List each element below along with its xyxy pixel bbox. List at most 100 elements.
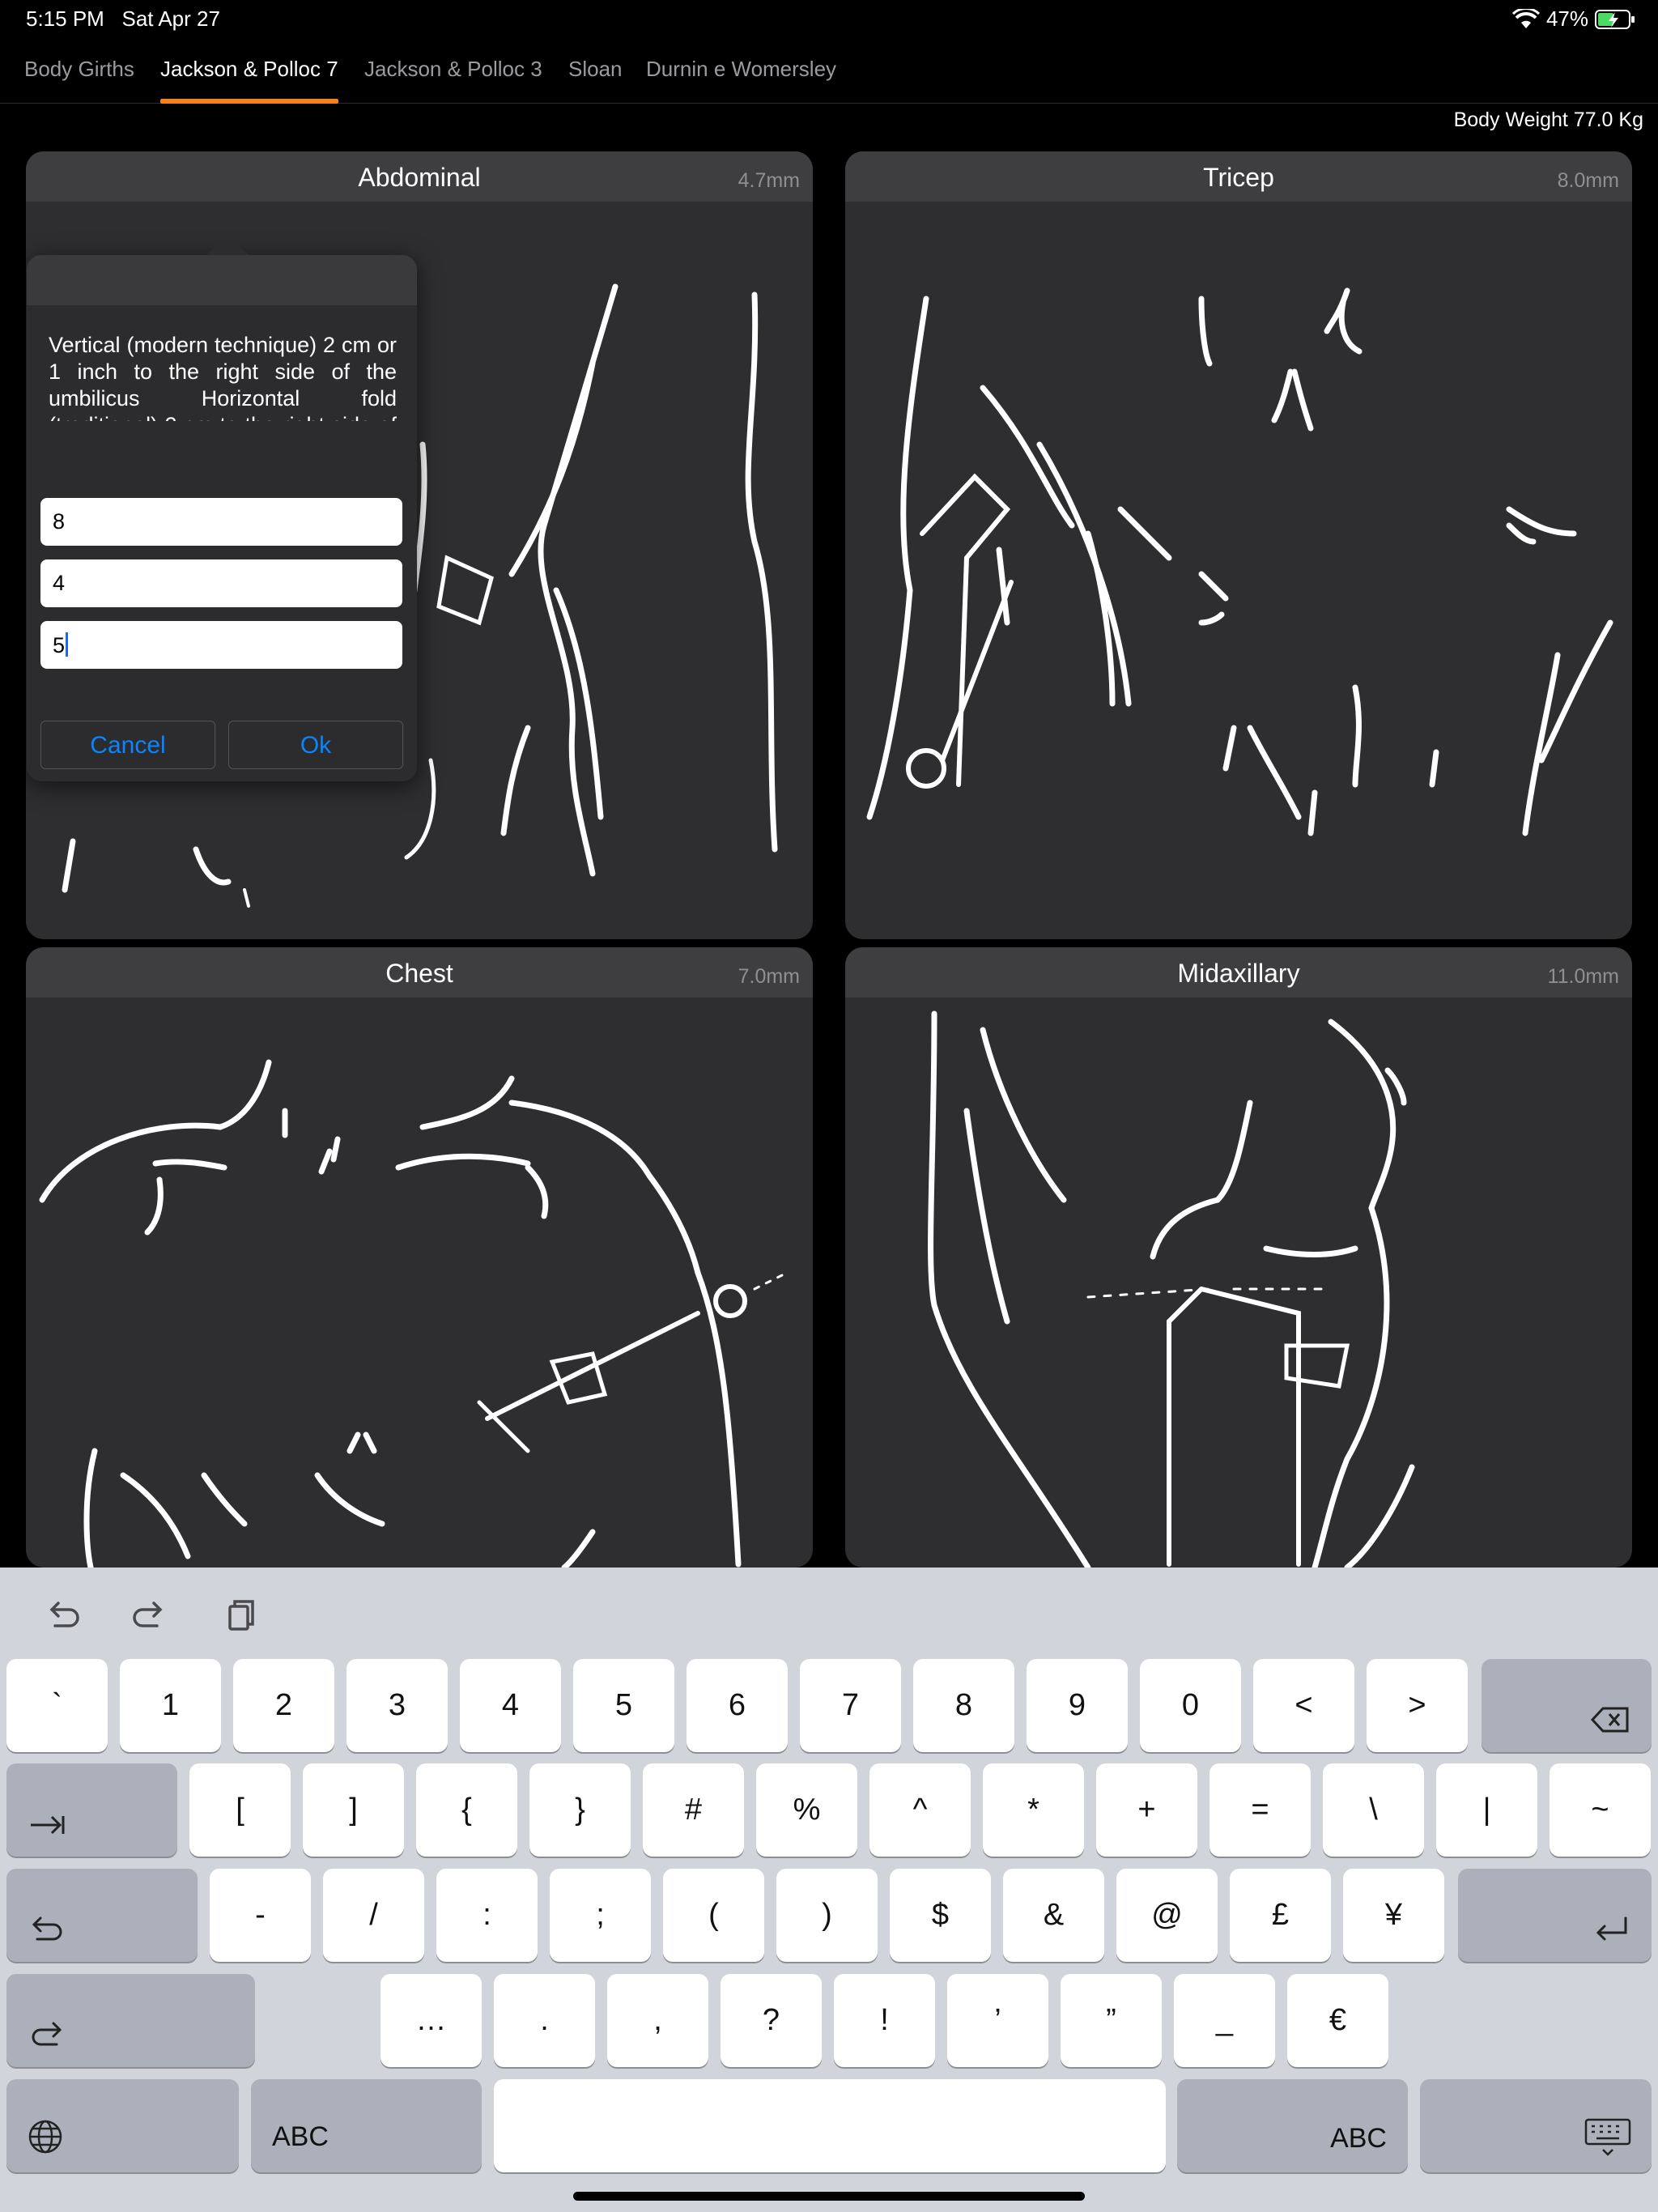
key[interactable]: \ [1323, 1763, 1424, 1857]
key[interactable]: 2 [233, 1659, 334, 1752]
key[interactable]: { [416, 1763, 517, 1857]
key[interactable]: ! [834, 1974, 935, 2067]
ok-button[interactable]: Ok [228, 721, 403, 769]
key[interactable]: = [1209, 1763, 1311, 1857]
key[interactable]: _ [1174, 1974, 1275, 2067]
tab-sloan[interactable]: Sloan [568, 57, 623, 82]
key[interactable]: $ [890, 1869, 991, 1962]
globe-icon [28, 2120, 62, 2154]
card-title: Midaxillary [1177, 959, 1300, 988]
card-measurement: 4.7mm [738, 169, 800, 192]
card-measurement: 11.0mm [1547, 965, 1619, 988]
key[interactable]: ~ [1550, 1763, 1651, 1857]
undo-key[interactable] [6, 1869, 198, 1962]
globe-key[interactable] [6, 2079, 239, 2172]
key[interactable]: } [529, 1763, 631, 1857]
body-weight-label: Body Weight 77.0 Kg [1453, 108, 1643, 131]
key[interactable]: < [1253, 1659, 1354, 1752]
key[interactable]: ’ [947, 1974, 1048, 2067]
popover-header [27, 255, 417, 305]
onscreen-keyboard: ` 1 2 3 4 5 6 7 8 9 0 < > []{} #% ^ * + = \ | ~ - /:;() $ & @ £ ¥ … [0, 1568, 1658, 2212]
paste-icon[interactable] [219, 1595, 259, 1636]
home-indicator[interactable] [573, 2192, 1085, 2201]
backspace-key[interactable] [1482, 1659, 1652, 1752]
key[interactable]: 3 [346, 1659, 448, 1752]
key[interactable]: . [494, 1974, 595, 2067]
wifi-icon [1511, 8, 1540, 28]
undo-icon [32, 1916, 62, 1941]
tab-durnin-womersley[interactable]: Durnin e Womersley [646, 57, 836, 82]
measurement-field-3[interactable]: 5 [40, 621, 402, 669]
key[interactable]: … [380, 1974, 482, 2067]
tab-body-girths[interactable]: Body Girths [24, 57, 134, 82]
battery-charging-icon [1595, 9, 1635, 29]
chest-illustration [39, 1059, 789, 1568]
key[interactable]: 0 [1140, 1659, 1241, 1752]
card-header: Midaxillary 11.0mm [845, 947, 1632, 998]
key[interactable]: , [607, 1974, 708, 2067]
card-tricep[interactable]: Tricep 8.0mm [845, 151, 1632, 939]
key[interactable]: 5 [573, 1659, 674, 1752]
tricep-illustration [866, 287, 1613, 836]
key[interactable]: : [436, 1869, 538, 1962]
tab-jackson-polloc-3[interactable]: Jackson & Polloc 3 [364, 57, 542, 82]
measurement-field-1[interactable]: 8 [40, 498, 402, 546]
key[interactable]: ? [721, 1974, 822, 2067]
key[interactable]: ` [6, 1659, 108, 1752]
key[interactable]: > [1367, 1659, 1468, 1752]
key[interactable]: 9 [1027, 1659, 1128, 1752]
measurement-field-2[interactable]: 4 [40, 559, 402, 607]
key[interactable]: 4 [460, 1659, 561, 1752]
key[interactable]: ” [1061, 1974, 1162, 2067]
measurement-popover: Vertical (modern technique) 2 cm or 1 in… [27, 236, 417, 781]
key[interactable]: % [756, 1763, 857, 1857]
tab-jackson-polloc-7[interactable]: Jackson & Polloc 7 [160, 57, 338, 104]
card-chest[interactable]: Chest 7.0mm [26, 947, 813, 1568]
key[interactable]: 6 [687, 1659, 788, 1752]
cancel-button[interactable]: Cancel [40, 721, 215, 769]
redo-icon [32, 2022, 62, 2046]
segment-tabs: Body Girths Jackson & Polloc 7 Jackson &… [0, 40, 1658, 104]
redo-key[interactable] [6, 1974, 255, 2067]
key[interactable]: £ [1230, 1869, 1331, 1962]
return-key[interactable] [1458, 1869, 1652, 1962]
hide-keyboard-key[interactable] [1420, 2079, 1652, 2172]
key[interactable]: + [1096, 1763, 1197, 1857]
key[interactable]: 8 [913, 1659, 1014, 1752]
key[interactable]: ) [776, 1869, 878, 1962]
tab-key[interactable] [6, 1763, 177, 1857]
key[interactable]: € [1287, 1974, 1388, 2067]
key[interactable]: ] [303, 1763, 404, 1857]
key[interactable]: ; [550, 1869, 651, 1962]
site-description: Vertical (modern technique) 2 cm or 1 in… [49, 333, 397, 421]
card-measurement: 8.0mm [1557, 169, 1619, 192]
card-header: Chest 7.0mm [26, 947, 813, 998]
key[interactable]: ^ [869, 1763, 971, 1857]
key[interactable]: / [323, 1869, 424, 1962]
key[interactable]: # [643, 1763, 744, 1857]
card-midaxillary[interactable]: Midaxillary 11.0mm [845, 947, 1632, 1568]
card-title: Abdominal [358, 163, 481, 192]
key[interactable]: | [1436, 1763, 1537, 1857]
key[interactable]: & [1003, 1869, 1104, 1962]
key[interactable]: ¥ [1343, 1869, 1444, 1962]
key[interactable]: 7 [800, 1659, 901, 1752]
space-key[interactable] [494, 2079, 1166, 2172]
status-time: 5:15 PM Sat Apr 27 [26, 6, 220, 31]
key[interactable]: @ [1116, 1869, 1218, 1962]
card-header: Tricep 8.0mm [845, 151, 1632, 202]
battery-percent: 47% [1545, 6, 1588, 31]
undo-icon[interactable] [42, 1595, 83, 1636]
key[interactable]: 1 [120, 1659, 221, 1752]
abc-key-left[interactable]: ABC [251, 2079, 482, 2172]
redo-icon[interactable] [130, 1595, 170, 1636]
keyboard-dismiss-icon [1584, 2118, 1631, 2156]
card-measurement: 7.0mm [738, 965, 800, 988]
abc-key-right[interactable]: ABC [1177, 2079, 1408, 2172]
key[interactable]: - [210, 1869, 311, 1962]
card-title: Tricep [1203, 163, 1274, 192]
key[interactable]: ( [663, 1869, 764, 1962]
key[interactable]: * [983, 1763, 1084, 1857]
popover-arrow [206, 236, 249, 255]
key[interactable]: [ [189, 1763, 291, 1857]
